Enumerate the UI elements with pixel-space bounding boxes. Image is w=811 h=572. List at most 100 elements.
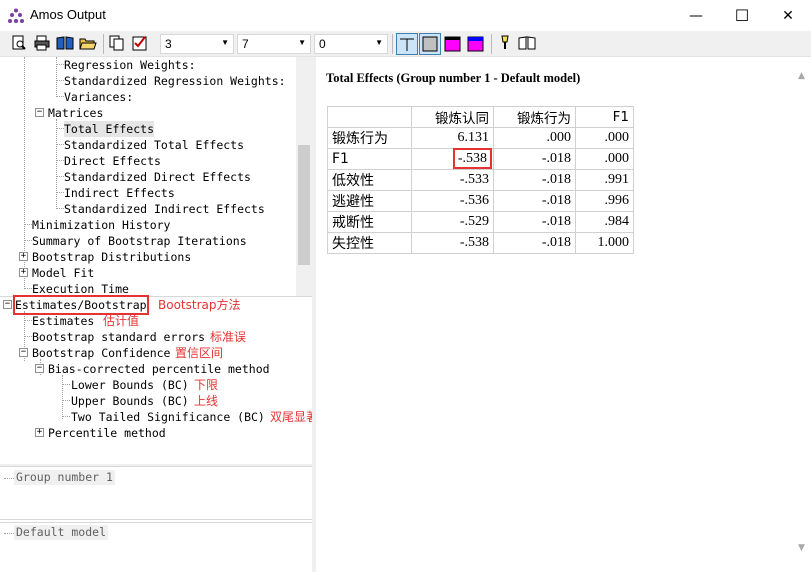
tree-guide [56,57,57,95]
tree-guide [56,64,64,65]
tree-item-model-fit[interactable]: Model Fit [32,265,94,281]
tree-item-summary-bootstrap-iterations[interactable]: Summary of Bootstrap Iterations [32,233,247,249]
toolbar: 3 ▼ 7 ▼ 0 ▼ [0,31,811,57]
table-cell: -.536 [411,190,494,212]
table-cell: .984 [575,211,634,233]
lamp-icon[interactable] [496,34,514,52]
tree-guide [56,96,64,97]
tree-item-minimization-history[interactable]: Minimization History [32,217,170,233]
tree-guide [56,119,57,207]
expand-icon[interactable]: + [35,428,44,437]
table-cell: .000 [575,148,634,170]
group-number-item[interactable]: Group number 1 [14,470,115,485]
tree-item-bootstrap-confidence[interactable]: Bootstrap Confidence [32,345,170,361]
minimize-button[interactable]: — [673,0,719,31]
tree-item-bias-corrected-percentile[interactable]: Bias-corrected percentile method [48,361,270,377]
grid-lines-button[interactable] [396,33,418,55]
tree-guide [4,533,14,534]
default-model-item[interactable]: Default model [14,525,109,540]
tree-item-execution-time[interactable]: Execution Time [32,281,129,296]
decimal-places-combo[interactable]: 3 ▼ [160,34,234,54]
tree-item-standardized-total-effects[interactable]: Standardized Total Effects [64,137,244,153]
copy-icon[interactable] [108,34,126,52]
group-list-pane: Group number 1 [0,466,312,520]
model-list-pane: Default model [0,522,312,572]
collapse-icon[interactable]: − [3,300,12,309]
gray-box-button[interactable] [419,33,441,55]
tree-scrollbar[interactable] [296,57,312,296]
annotation-lower-bound: 下限 [194,378,219,392]
tree-item-matrices[interactable]: Matrices [48,105,103,121]
tree-guide [56,144,64,145]
tree-item-variances[interactable]: Variances: [64,89,133,105]
decimal-places-value: 3 [165,37,172,51]
checklist-icon[interactable] [131,34,149,52]
table-cell: -.018 [493,232,576,254]
scrollbar-thumb[interactable] [298,145,310,265]
row-label: F1 [327,148,412,170]
column-width-value: 7 [242,37,249,51]
scroll-up-icon[interactable]: ▲ [798,71,805,81]
tree-guide [24,288,32,289]
tree-item-upper-bounds-bc[interactable]: Upper Bounds (BC) [71,393,189,409]
tree-item-two-tailed-significance-bc[interactable]: Two Tailed Significance (BC) [71,409,265,425]
expand-icon[interactable]: + [19,268,28,277]
book-icon[interactable] [56,34,74,52]
bootstrap-tree-pane: − Estimates/Bootstrap Bootstrap方法 Estima… [0,295,330,464]
table-cell: -.538 [411,232,494,254]
print-icon[interactable] [33,34,51,52]
table-cell: -.018 [493,169,576,191]
tree-item-total-effects[interactable]: Total Effects [64,121,155,137]
grid-lines-icon [400,38,414,51]
tree-item-estimates-bootstrap[interactable]: Estimates/Bootstrap [13,295,149,315]
tree-guide [56,208,64,209]
row-label: 锻炼行为 [327,127,412,149]
highlighted-cell: -.538 [411,148,494,170]
amos-output-window: Amos Output — ☐ ✕ 3 ▼ 7 ▼ 0 ▼ Regression… [0,0,811,572]
table-rotation-combo[interactable]: 0 ▼ [314,34,388,54]
table-cell: .000 [575,127,634,149]
magenta-blue-box-button[interactable] [465,33,487,55]
highlighted-value: -.538 [452,148,493,169]
collapse-icon[interactable]: − [19,348,28,357]
output-tree-pane: Regression Weights: Standardized Regress… [0,57,312,296]
tree-item-percentile-method[interactable]: Percentile method [48,425,166,441]
collapse-icon[interactable]: − [35,364,44,373]
tree-item-bootstrap-standard-errors[interactable]: Bootstrap standard errors [32,329,205,345]
tree-item-bootstrap-distributions[interactable]: Bootstrap Distributions [32,249,191,265]
tree-guide [24,224,32,225]
book-help-icon[interactable] [518,34,536,52]
tree-item-regression-weights[interactable]: Regression Weights: [64,57,196,73]
magenta-blue-box-icon [467,36,484,52]
table-header-cell: 锻炼行为 [493,106,576,128]
table-cell: 1.000 [575,232,634,254]
tree-item-lower-bounds-bc[interactable]: Lower Bounds (BC) [71,377,189,393]
tree-guide [4,478,14,479]
content-scrollbar[interactable]: ▲ ▼ [795,57,811,572]
print-preview-icon[interactable] [10,34,28,52]
table-cell: .991 [575,169,634,191]
open-folder-icon[interactable] [79,34,97,52]
column-width-combo[interactable]: 7 ▼ [237,34,311,54]
tree-item-estimates[interactable]: Estimates [32,313,94,329]
table-cell: -.018 [493,190,576,212]
window-title: Amos Output [30,7,106,22]
row-label: 逃避性 [327,190,412,212]
tree-guide [56,160,64,161]
expand-icon[interactable]: + [19,252,28,261]
magenta-box-button[interactable] [442,33,464,55]
close-button[interactable]: ✕ [765,0,811,31]
tree-item-direct-effects[interactable]: Direct Effects [64,153,161,169]
maximize-button[interactable]: ☐ [719,0,765,31]
tree-item-standardized-regression-weights[interactable]: Standardized Regression Weights: [64,73,286,89]
annotation-standard-errors: 标准误 [210,330,247,344]
tree-item-standardized-indirect-effects[interactable]: Standardized Indirect Effects [64,201,265,217]
tree-item-standardized-direct-effects[interactable]: Standardized Direct Effects [64,169,251,185]
table-row: 逃避性 -.536 -.018 .996 [327,190,634,212]
collapse-icon[interactable]: − [35,108,44,117]
scroll-down-icon[interactable]: ▼ [798,543,805,553]
tree-item-indirect-effects[interactable]: Indirect Effects [64,185,175,201]
row-label: 低效性 [327,169,412,191]
tree-guide [62,400,70,401]
annotation-estimates: 估计值 [103,314,140,328]
